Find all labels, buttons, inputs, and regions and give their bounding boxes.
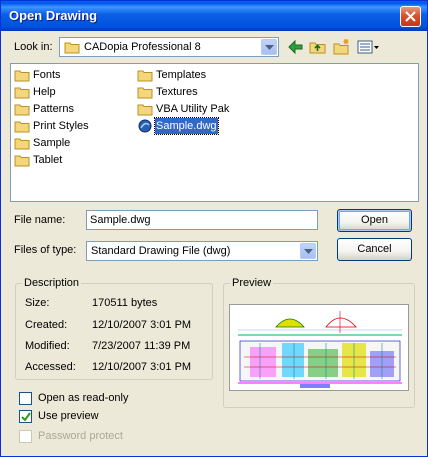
list-item-label: Sample.dwg — [154, 117, 219, 135]
list-item-label: Tablet — [33, 154, 63, 166]
views-menu-icon — [357, 40, 379, 54]
password-protect-checkbox[interactable] — [19, 430, 32, 443]
folder-icon — [137, 70, 153, 82]
created-value: 12/10/2007 3:01 PM — [92, 319, 192, 331]
folder-icon — [137, 104, 153, 116]
file-type-label: Files of type: — [14, 244, 77, 256]
cancel-button-label: Cancel — [357, 243, 392, 255]
accessed-value: 12/10/2007 3:01 PM — [92, 361, 192, 373]
list-item-label: Patterns — [33, 103, 74, 115]
description-title: Description — [22, 277, 82, 289]
close-icon — [405, 11, 416, 22]
open-button[interactable]: Open — [337, 209, 412, 232]
file-name-label: File name: — [14, 214, 66, 226]
views-menu-button[interactable] — [355, 37, 381, 57]
back-icon — [288, 39, 303, 55]
password-protect-label[interactable]: Password protect — [38, 430, 123, 442]
file-type-arrow[interactable] — [300, 243, 316, 259]
list-item-label: Help — [33, 86, 56, 98]
cancel-button[interactable]: Cancel — [337, 238, 412, 261]
new-folder-button[interactable] — [331, 37, 353, 57]
file-type-dropdown[interactable]: Standard Drawing File (dwg) — [86, 241, 318, 261]
list-item-label: VBA Utility Pak — [156, 103, 230, 115]
new-folder-icon — [333, 39, 349, 55]
look-in-arrow[interactable] — [261, 39, 277, 55]
file-name-input[interactable]: Sample.dwg — [86, 210, 318, 230]
created-label: Created: — [25, 319, 68, 331]
up-folder-icon — [309, 42, 326, 54]
dwg-file-icon — [138, 119, 152, 133]
list-item-label: Sample — [33, 137, 71, 149]
file-list[interactable]: Fonts Help Patterns Print Styles Sample … — [10, 63, 419, 202]
size-value: 170511 bytes — [92, 297, 158, 309]
folder-icon — [14, 104, 30, 116]
chevron-down-icon — [304, 249, 313, 254]
file-name-value: Sample.dwg — [90, 214, 151, 226]
look-in-dropdown[interactable]: CADopia Professional 8 — [59, 37, 279, 57]
checkmark-icon — [21, 412, 31, 422]
list-item-label: Print Styles — [33, 120, 89, 132]
preview-title: Preview — [230, 277, 274, 289]
folder-icon — [14, 121, 30, 133]
size-label: Size: — [25, 297, 50, 309]
modified-label: Modified: — [25, 340, 70, 352]
folder-icon — [14, 138, 30, 150]
use-preview-label[interactable]: Use preview — [38, 410, 99, 422]
list-item-label: Templates — [156, 69, 207, 81]
folder-icon — [64, 42, 80, 54]
open-drawing-dialog: Open Drawing Look in: CADopia Profession… — [0, 0, 428, 457]
open-button-label: Open — [361, 214, 388, 226]
back-button[interactable] — [285, 37, 307, 57]
read-only-checkbox[interactable] — [19, 392, 32, 405]
use-preview-checkbox[interactable] — [19, 410, 32, 423]
folder-icon — [14, 87, 30, 99]
window-title: Open Drawing — [9, 8, 98, 23]
list-item-label: Textures — [156, 86, 198, 98]
list-item-label: Fonts — [33, 69, 61, 81]
folder-icon — [14, 155, 30, 167]
file-type-value: Standard Drawing File (dwg) — [91, 245, 231, 257]
look-in-label: Look in: — [14, 41, 53, 53]
look-in-value: CADopia Professional 8 — [84, 41, 201, 53]
folder-icon — [137, 87, 153, 99]
folder-icon — [14, 70, 30, 82]
up-folder-button[interactable] — [307, 37, 329, 57]
accessed-label: Accessed: — [25, 361, 76, 373]
chevron-down-icon — [265, 45, 274, 50]
title-bar[interactable]: Open Drawing — [1, 1, 427, 31]
modified-value: 7/23/2007 11:39 PM — [92, 340, 191, 352]
drawing-preview — [229, 304, 409, 391]
close-button[interactable] — [400, 6, 421, 27]
cad-drawing-thumbnail — [230, 305, 408, 390]
read-only-label[interactable]: Open as read-only — [38, 392, 129, 404]
